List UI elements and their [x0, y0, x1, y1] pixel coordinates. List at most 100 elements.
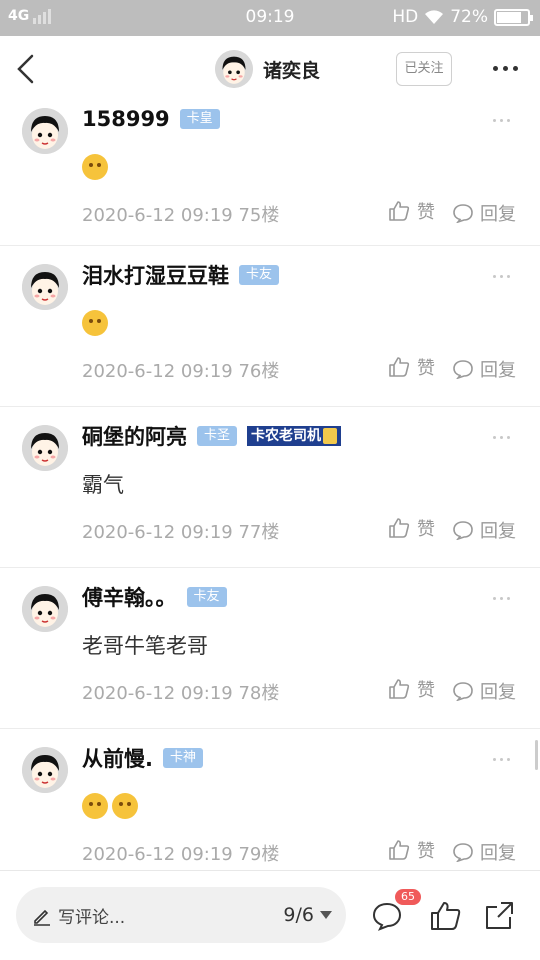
floor-number: 76楼 — [238, 361, 280, 382]
caret-down-icon — [320, 911, 332, 919]
wifi-icon — [425, 10, 444, 24]
reply-button[interactable]: 回复 — [452, 678, 516, 704]
write-comment-box[interactable]: 写评论... 9/6 — [16, 887, 346, 943]
thumbs-up-icon — [389, 679, 410, 699]
reply-label: 回复 — [480, 204, 516, 225]
like-button[interactable]: 赞 — [387, 676, 435, 702]
bottom-bar: 写评论... 9/6 65 — [0, 870, 540, 960]
comment-time: 2020-6-12 09:19 — [82, 361, 233, 382]
page-indicator: 9/6 — [283, 904, 314, 926]
comment-header: 硐堡的阿亮 卡圣 卡农老司机 — [82, 419, 342, 453]
comment-bubble-icon — [453, 204, 473, 223]
like-button[interactable]: 赞 — [387, 837, 435, 863]
comment-text: 老哥牛笔老哥 — [82, 634, 208, 658]
level-badge: 卡圣 — [197, 426, 238, 446]
like-button[interactable]: 赞 — [387, 515, 435, 541]
like-label: 赞 — [417, 519, 435, 540]
avatar[interactable] — [22, 586, 68, 632]
comment-item: 158999 卡皇 2020-6-12 09:19 75楼 赞 回复 — [0, 90, 540, 246]
username[interactable]: 泪水打湿豆豆鞋 — [82, 260, 229, 290]
medal-badge: 卡农老司机 — [247, 426, 342, 446]
floor-number: 77楼 — [238, 522, 280, 543]
comment-more-icon[interactable] — [493, 436, 510, 439]
comment-item: 从前慢. 卡神 2020-6-12 09:19 79楼 赞 回复 — [0, 729, 540, 890]
comment-time: 2020-6-12 09:19 — [82, 844, 233, 865]
like-label: 赞 — [417, 680, 435, 701]
status-right: HD 72% — [392, 7, 533, 27]
comment-meta: 2020-6-12 09:19 75楼 — [82, 201, 279, 227]
comment-time: 2020-6-12 09:19 — [82, 522, 233, 543]
reply-label: 回复 — [480, 843, 516, 864]
page-selector[interactable]: 9/6 — [283, 904, 332, 926]
username[interactable]: 硐堡的阿亮 — [82, 421, 187, 451]
comment-body — [82, 152, 108, 182]
comment-text: 霸气 — [82, 473, 124, 497]
reply-button[interactable]: 回复 — [452, 200, 516, 226]
level-badge: 卡友 — [239, 265, 280, 285]
like-label: 赞 — [417, 841, 435, 862]
comment-item: 傅辛翰。。 卡友 老哥牛笔老哥 2020-6-12 09:19 78楼 赞 回复 — [0, 568, 540, 729]
comment-more-icon[interactable] — [493, 119, 510, 122]
comment-body — [82, 791, 138, 821]
level-badge: 卡友 — [186, 587, 227, 607]
follow-button[interactable]: 已关注 — [396, 52, 452, 86]
like-button[interactable]: 赞 — [387, 354, 435, 380]
thumbs-up-icon — [389, 357, 410, 377]
floor-number: 79楼 — [238, 844, 280, 865]
comment-body: 老哥牛笔老哥 — [82, 630, 208, 660]
scrollbar[interactable] — [535, 740, 538, 770]
emoji-icon — [112, 793, 138, 819]
write-comment-button[interactable]: 写评论... — [32, 903, 125, 928]
avatar[interactable] — [22, 425, 68, 471]
more-options-icon[interactable] — [493, 66, 518, 71]
reply-button[interactable]: 回复 — [452, 839, 516, 865]
thumbs-up-icon — [389, 518, 410, 538]
comment-bubble-icon — [453, 682, 473, 701]
avatar — [215, 50, 253, 88]
like-label: 赞 — [417, 358, 435, 379]
comment-more-icon[interactable] — [493, 758, 510, 761]
username[interactable]: 158999 — [82, 107, 170, 131]
comment-bubble-icon — [453, 521, 473, 540]
comment-header: 傅辛翰。。 卡友 — [82, 580, 227, 614]
comment-meta: 2020-6-12 09:19 78楼 — [82, 679, 279, 705]
comment-body: 霸气 — [82, 469, 124, 499]
reply-label: 回复 — [480, 521, 516, 542]
write-comment-placeholder: 写评论... — [58, 908, 126, 928]
thumbs-up-icon[interactable] — [428, 899, 462, 933]
reply-button[interactable]: 回复 — [452, 356, 516, 382]
comment-more-icon[interactable] — [493, 275, 510, 278]
header-user[interactable]: 诸奕良 — [215, 50, 320, 88]
like-button[interactable]: 赞 — [387, 198, 435, 224]
reply-button[interactable]: 回复 — [452, 517, 516, 543]
reply-label: 回复 — [480, 360, 516, 381]
avatar[interactable] — [22, 264, 68, 310]
comment-list: 158999 卡皇 2020-6-12 09:19 75楼 赞 回复 泪水打湿豆… — [0, 90, 540, 890]
emoji-icon — [82, 154, 108, 180]
page-title: 诸奕良 — [263, 59, 321, 82]
floor-number: 75楼 — [238, 205, 280, 226]
emoji-icon — [82, 310, 108, 336]
medal-label: 卡农老司机 — [251, 428, 322, 444]
status-bar: 4G 09:19 HD 72% — [0, 0, 540, 36]
comment-body — [82, 308, 108, 338]
battery-icon — [494, 8, 533, 26]
like-label: 赞 — [417, 202, 435, 223]
hd-indicator: HD — [392, 7, 419, 27]
reply-label: 回复 — [480, 682, 516, 703]
battery-percent: 72% — [450, 7, 488, 27]
back-arrow-icon[interactable] — [14, 54, 38, 84]
username[interactable]: 傅辛翰。。 — [82, 582, 177, 612]
comment-count-badge: 65 — [395, 889, 421, 905]
share-icon[interactable] — [482, 899, 516, 933]
pencil-icon — [34, 909, 50, 926]
medal-figure-icon — [323, 428, 338, 444]
username[interactable]: 从前慢. — [82, 743, 153, 773]
comment-bubble-icon — [453, 843, 473, 862]
level-badge: 卡皇 — [179, 109, 220, 129]
avatar[interactable] — [22, 747, 68, 793]
level-badge: 卡神 — [162, 748, 203, 768]
thumbs-up-icon — [389, 840, 410, 860]
avatar[interactable] — [22, 108, 68, 154]
comment-more-icon[interactable] — [493, 597, 510, 600]
